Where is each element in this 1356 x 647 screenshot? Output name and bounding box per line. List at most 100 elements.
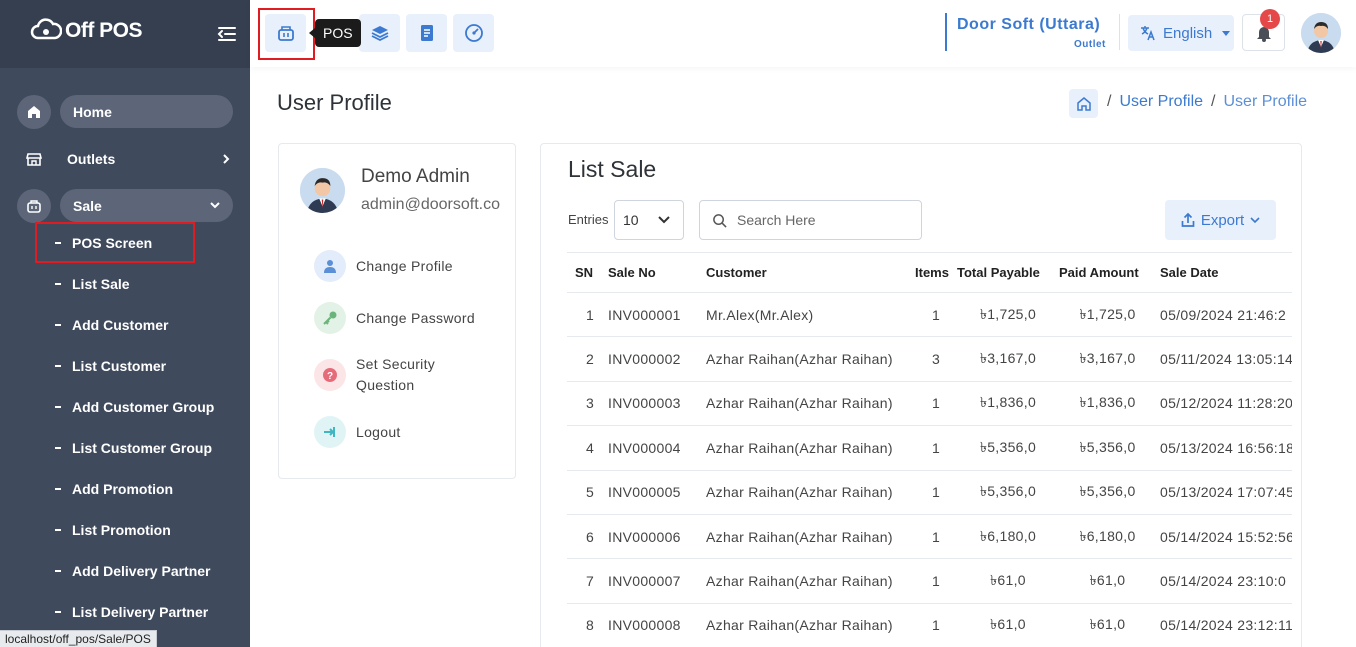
user-avatar[interactable]: [1301, 13, 1341, 53]
cell-sale-date: 05/14/2024 23:12:11: [1156, 603, 1292, 647]
svg-text:?: ?: [327, 371, 333, 382]
entries-label: Entries: [568, 212, 609, 227]
subitem-label: Add Customer Group: [72, 399, 215, 415]
sidebar-item-home[interactable]: Home: [17, 94, 233, 129]
page-title: User Profile: [277, 90, 392, 115]
subitem-label: Add Delivery Partner: [72, 563, 211, 579]
cell-customer: Azhar Raihan(Azhar Raihan): [703, 336, 909, 382]
cell-items: 1: [909, 425, 957, 471]
menu-label: Change Profile: [356, 257, 453, 274]
cell-sale-date: 05/13/2024 16:56:18: [1156, 425, 1292, 471]
menu-collapse-icon[interactable]: [215, 22, 239, 46]
sidebar-subitem-add-customer[interactable]: Add Customer: [55, 317, 168, 333]
sidebar-subitem-list-delivery-partner[interactable]: List Delivery Partner: [55, 604, 208, 620]
cell-paid-amount: ৳3,167,0: [1059, 336, 1156, 382]
cell-total-payable: ৳61,0: [957, 558, 1059, 604]
set-security-question-link[interactable]: ? Set Security Question: [314, 354, 456, 396]
change-profile-link[interactable]: Change Profile: [314, 250, 453, 282]
home-icon: [17, 94, 51, 129]
column-header-sn[interactable]: SN: [567, 252, 605, 293]
dash-icon: [55, 529, 61, 531]
cell-sn: 2: [567, 336, 605, 382]
breadcrumb-separator: /: [1211, 93, 1216, 110]
sale-label: Sale: [73, 197, 102, 214]
sidebar-subitem-list-customer[interactable]: List Customer: [55, 358, 166, 374]
change-password-link[interactable]: Change Password: [314, 302, 475, 334]
dash-icon: [55, 447, 61, 449]
table-row[interactable]: 7 INV000007 Azhar Raihan(Azhar Raihan) 1 ৳61…: [567, 558, 1292, 604]
table-row[interactable]: 8 INV000008 Azhar Raihan(Azhar Raihan) 1 ৳61…: [567, 603, 1292, 647]
sidebar-item-outlets[interactable]: Outlets: [17, 142, 233, 175]
dash-icon: [55, 406, 61, 408]
cell-sale-date: 05/13/2024 17:07:45: [1156, 470, 1292, 515]
cell-total-payable: ৳1,836,0: [957, 381, 1059, 427]
sidebar-subitem-list-customer-group[interactable]: List Customer Group: [55, 440, 212, 456]
translate-icon: [1141, 26, 1155, 41]
breadcrumb-link[interactable]: User Profile: [1119, 93, 1203, 111]
chevron-right-icon: [223, 153, 230, 164]
cell-sale-date: 05/14/2024 15:52:56: [1156, 514, 1292, 560]
sidebar-subitem-list-sale[interactable]: List Sale: [55, 276, 130, 292]
list-sale-card: List Sale Entries 10 Export SN Sale No C…: [540, 143, 1302, 647]
cell-total-payable: ৳61,0: [957, 603, 1059, 647]
cell-sale-no: INV000008: [605, 603, 703, 647]
subitem-label: List Customer: [72, 358, 167, 374]
search-input[interactable]: [737, 212, 907, 228]
sidebar-subitem-add-delivery-partner[interactable]: Add Delivery Partner: [55, 563, 211, 579]
sidebar-item-sale[interactable]: Sale: [17, 188, 233, 223]
search-icon: [713, 213, 727, 228]
basket-icon: [17, 188, 51, 223]
cell-customer: Mr.Alex(Mr.Alex): [703, 292, 909, 338]
column-header-sale-date[interactable]: Sale Date: [1156, 252, 1292, 293]
cell-customer: Azhar Raihan(Azhar Raihan): [703, 558, 909, 604]
sidebar-subitem-add-customer-group[interactable]: Add Customer Group: [55, 399, 214, 415]
table-row[interactable]: 3 INV000003 Azhar Raihan(Azhar Raihan) 1 ৳1,…: [567, 381, 1292, 427]
highlight-box: [35, 222, 195, 263]
search-box: [699, 200, 922, 240]
cell-total-payable: ৳5,356,0: [957, 470, 1059, 515]
column-header-paid-amount[interactable]: Paid Amount: [1059, 252, 1156, 293]
column-header-items[interactable]: Items: [909, 252, 957, 293]
table-row[interactable]: 4 INV000004 Azhar Raihan(Azhar Raihan) 1 ৳5,…: [567, 425, 1292, 471]
cell-sale-date: 05/09/2024 21:46:2: [1156, 292, 1292, 338]
table-row[interactable]: 2 INV000002 Azhar Raihan(Azhar Raihan) 3 ৳3,…: [567, 336, 1292, 382]
cell-sn: 8: [567, 603, 605, 647]
menu-label: Change Password: [356, 309, 475, 326]
upload-icon: [1181, 212, 1195, 227]
cell-sale-no: INV000007: [605, 558, 703, 604]
cell-sn: 6: [567, 514, 605, 560]
breadcrumb-home[interactable]: [1069, 89, 1098, 118]
layers-icon: [371, 26, 388, 42]
column-header-customer[interactable]: Customer: [703, 252, 909, 293]
brand-logo[interactable]: Off POS: [30, 18, 143, 44]
subitem-label: Add Promotion: [72, 481, 174, 497]
cell-paid-amount: ৳61,0: [1059, 558, 1156, 604]
table-row[interactable]: 5 INV000005 Azhar Raihan(Azhar Raihan) 1 ৳5,…: [567, 470, 1292, 515]
cell-sn: 1: [567, 292, 605, 338]
language-selector[interactable]: English: [1128, 15, 1234, 51]
cell-sn: 5: [567, 470, 605, 515]
dashboard-button[interactable]: [453, 14, 494, 52]
layers-button[interactable]: [359, 14, 400, 52]
outlet-label: Outlet: [1074, 39, 1106, 50]
cell-customer: Azhar Raihan(Azhar Raihan): [703, 470, 909, 515]
sidebar-subitem-list-promotion[interactable]: List Promotion: [55, 522, 171, 538]
logout-link[interactable]: Logout: [314, 416, 401, 448]
table-body: 1 INV000001 Mr.Alex(Mr.Alex) 1 ৳1,725,0 ৳1,72…: [567, 292, 1292, 647]
column-header-total-payable[interactable]: Total Payable: [957, 252, 1059, 293]
document-button[interactable]: [406, 14, 447, 52]
subitem-label: List Delivery Partner: [72, 604, 209, 620]
cell-sale-no: INV000005: [605, 470, 703, 515]
cell-paid-amount: ৳6,180,0: [1059, 514, 1156, 560]
sidebar-subitem-add-promotion[interactable]: Add Promotion: [55, 481, 173, 497]
outlet-name[interactable]: Door Soft (Uttara): [957, 16, 1100, 34]
breadcrumb-separator: /: [1107, 93, 1112, 110]
column-header-sale-no[interactable]: Sale No: [605, 252, 703, 293]
export-button[interactable]: Export: [1165, 200, 1276, 240]
table-row[interactable]: 1 INV000001 Mr.Alex(Mr.Alex) 1 ৳1,725,0 ৳1,72…: [567, 292, 1292, 338]
cell-customer: Azhar Raihan(Azhar Raihan): [703, 381, 909, 427]
profile-email: admin@doorsoft.co: [361, 196, 500, 213]
entries-select[interactable]: 10: [614, 200, 684, 240]
table-row[interactable]: 6 INV000006 Azhar Raihan(Azhar Raihan) 1 ৳6,…: [567, 514, 1292, 560]
notification-badge: 1: [1260, 9, 1280, 29]
